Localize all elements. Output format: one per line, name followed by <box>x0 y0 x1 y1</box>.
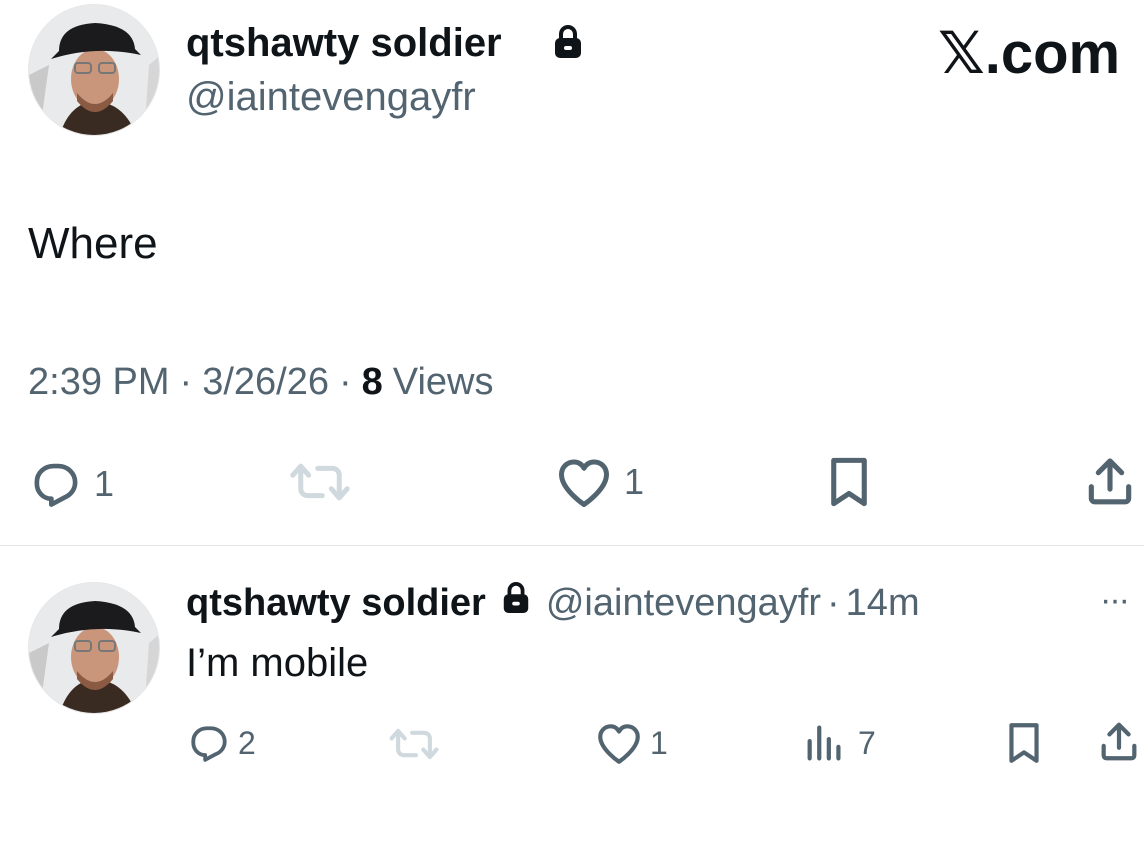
reply-like-count: 1 <box>650 724 668 761</box>
reply-author-avatar[interactable] <box>28 582 160 714</box>
reply-icon <box>191 726 227 762</box>
share-icon <box>1088 458 1132 505</box>
tweet-time[interactable]: 2:39 PM <box>28 360 170 404</box>
tweet-date[interactable]: 3/26/26 <box>202 360 329 404</box>
reply-share-button[interactable] <box>1096 718 1142 766</box>
watermark: 𝕏.com <box>938 21 1121 86</box>
share-button[interactable] <box>1082 454 1138 510</box>
reply-retweet-button[interactable] <box>386 723 442 765</box>
author-handle[interactable]: @iaintevengayfr <box>186 74 476 120</box>
tweet-text: Where <box>28 219 158 268</box>
divider <box>0 545 1144 546</box>
reply-button[interactable]: 1 <box>28 456 114 512</box>
like-button[interactable]: 1 <box>554 454 644 510</box>
reply-reply-button[interactable]: 2 <box>186 720 256 766</box>
more-icon[interactable]: ··· <box>1100 580 1130 620</box>
reply-reply-count: 2 <box>238 724 256 761</box>
reply-icon <box>34 463 78 507</box>
reply-views-count: 7 <box>858 724 876 761</box>
reply-like-button[interactable]: 1 <box>594 720 668 766</box>
meta-separator: · <box>827 582 840 624</box>
bookmark-icon <box>1009 723 1039 763</box>
like-icon <box>598 724 640 764</box>
retweet-icon <box>290 463 350 501</box>
views-label: Views <box>392 361 494 403</box>
author-avatar[interactable] <box>28 4 160 136</box>
lock-icon <box>551 22 585 67</box>
author-display-name[interactable]: qtshawty soldier <box>186 20 502 66</box>
reply-age[interactable]: 14m <box>846 580 920 626</box>
tweet-meta: 2:39 PM · 3/26/26 · 8 Views <box>28 360 493 404</box>
retweet-icon <box>389 728 439 760</box>
like-icon <box>559 459 609 507</box>
reply-bookmark-button[interactable] <box>1002 720 1046 766</box>
bookmark-icon <box>831 457 867 507</box>
like-count: 1 <box>624 461 645 502</box>
lock-icon <box>500 579 532 628</box>
reply-views-button[interactable]: 7 <box>802 720 876 766</box>
reply-display-name[interactable]: qtshawty soldier <box>186 580 486 626</box>
retweet-button[interactable] <box>286 457 354 507</box>
meta-separator: · <box>338 361 352 403</box>
bookmark-button[interactable] <box>822 454 876 510</box>
reply-count: 1 <box>94 463 115 504</box>
reply-handle[interactable]: @iaintevengayfr <box>546 580 821 626</box>
reply-header: qtshawty soldier @iaintevengayfr · 14m <box>186 580 920 626</box>
meta-separator: · <box>179 361 193 403</box>
share-icon <box>1101 722 1137 761</box>
views-icon <box>807 725 841 761</box>
reply-text: I’m mobile <box>186 641 369 685</box>
views-count: 8 <box>361 361 383 403</box>
